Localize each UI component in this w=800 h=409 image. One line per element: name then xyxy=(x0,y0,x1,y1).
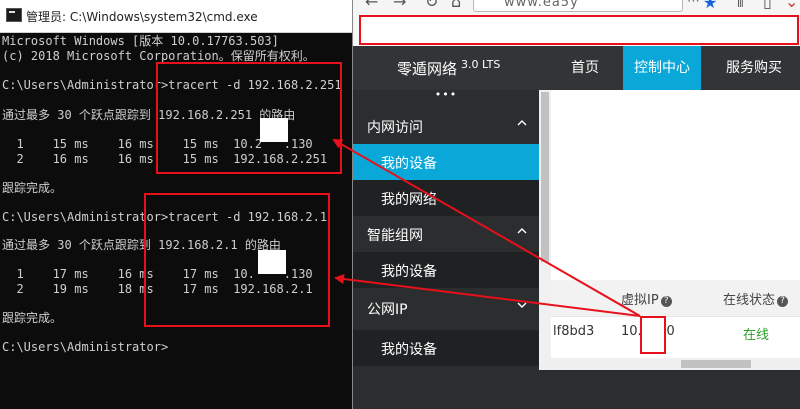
brand-version: 3.0 LTS xyxy=(461,58,501,71)
browser-toolbar: ← → ↻ ⌂ www.ea5y ⋯ ★ ⫴ ▯ ⌄ xyxy=(353,0,800,14)
sidebar-collapse-handle[interactable]: ••• xyxy=(353,89,539,104)
sidebar-group-intranet[interactable]: 内网访问 xyxy=(353,108,539,144)
sidebar-footer xyxy=(353,370,800,409)
online-status-cell: 在线 xyxy=(743,328,770,343)
highlight-box-first-trace xyxy=(156,62,342,174)
sidebar-group-label: 智能组网 xyxy=(367,228,423,244)
question-icon[interactable]: ? xyxy=(777,296,789,307)
console-line: 跟踪完成。 xyxy=(2,181,63,195)
sidebar-item-my-devices-2[interactable]: 我的设备 xyxy=(353,252,539,288)
browser-window: ← → ↻ ⌂ www.ea5y ⋯ ★ ⫴ ▯ ⌄ 零遁网络 3.0 LTS 首… xyxy=(352,0,800,409)
nav-purchase[interactable]: 服务购买 xyxy=(709,46,799,90)
scrollbar-thumb[interactable] xyxy=(541,92,549,262)
reload-icon[interactable]: ↻ xyxy=(425,0,438,10)
chevron-up-icon xyxy=(517,120,527,126)
chevron-up-icon xyxy=(517,228,527,234)
sidebar-group-label: 公网IP xyxy=(367,302,408,318)
table-header: 虚拟IP? 在线状态? xyxy=(551,280,800,317)
home-icon[interactable]: ⌂ xyxy=(451,0,461,10)
forward-arrow-icon[interactable]: → xyxy=(393,0,406,10)
redaction-block xyxy=(258,250,286,274)
sidebar-item-label: 我的设备 xyxy=(381,264,437,280)
star-icon[interactable]: ★ xyxy=(703,0,717,12)
sidebar-icon[interactable]: ▯ xyxy=(763,0,772,10)
cmd-icon xyxy=(6,8,22,22)
cmd-window-title: 管理员: C:\Windows\system32\cmd.exe xyxy=(26,10,258,24)
sidebar-item-label: 我的设备 xyxy=(381,342,437,358)
sidebar-item-my-devices[interactable]: 我的设备 xyxy=(353,144,539,180)
question-icon[interactable]: ? xyxy=(660,296,672,307)
highlight-box-virtual-ip xyxy=(640,316,666,354)
library-icon[interactable]: ⫴ xyxy=(737,0,744,10)
nav-home[interactable]: 首页 xyxy=(553,46,617,90)
sidebar-scrollbar[interactable] xyxy=(539,90,551,370)
sidebar-item-my-devices-3[interactable]: 我的设备 xyxy=(353,330,539,366)
console-line: Microsoft Windows [版本 10.0.17763.503] xyxy=(2,34,279,48)
sidebar-group-label: 内网访问 xyxy=(367,120,423,136)
column-header-online-status: 在线状态? xyxy=(723,289,789,308)
sidebar: ••• 内网访问 我的设备 我的网络 智能组网 我的设备 公网IP 我的设备 xyxy=(353,89,539,370)
highlight-box-address xyxy=(359,15,799,45)
sidebar-item-my-network[interactable]: 我的网络 xyxy=(353,180,539,216)
brand-name: 零遁网络 xyxy=(397,60,458,78)
scrollbar-thumb[interactable] xyxy=(681,360,751,368)
url-bar[interactable]: www.ea5y xyxy=(473,0,683,12)
content-horizontal-scrollbar[interactable] xyxy=(551,358,800,370)
nav-control-center[interactable]: 控制中心 xyxy=(623,46,701,90)
back-arrow-icon[interactable]: ← xyxy=(365,0,378,10)
cmd-titlebar[interactable]: 管理员: C:\Windows\system32\cmd.exe xyxy=(0,0,352,33)
chevron-down-icon xyxy=(517,302,527,308)
page-actions-icon[interactable]: ⋯ xyxy=(687,0,700,10)
main-content: 虚拟IP? 在线状态? lf8bd3 10. .130 在线 xyxy=(551,90,800,370)
sidebar-item-label: 我的设备 xyxy=(381,156,437,172)
extension-icon[interactable]: ⌄ xyxy=(785,0,798,10)
sidebar-group-public-ip[interactable]: 公网IP xyxy=(353,290,539,326)
console-line: C:\Users\Administrator> xyxy=(2,340,169,354)
redaction-block xyxy=(260,118,288,142)
sidebar-group-smart-network[interactable]: 智能组网 xyxy=(353,216,539,252)
url-text: www.ea5y xyxy=(504,0,579,10)
device-id-cell: lf8bd3 xyxy=(553,324,595,339)
column-header-virtual-ip: 虚拟IP? xyxy=(621,289,672,308)
highlight-box-second-trace xyxy=(144,193,330,327)
top-navbar: 零遁网络 3.0 LTS 首页 控制中心 服务购买 xyxy=(353,46,800,90)
console-line: 跟踪完成。 xyxy=(2,311,63,325)
sidebar-item-label: 我的网络 xyxy=(381,192,437,208)
brand-logo[interactable]: 零遁网络 3.0 LTS xyxy=(397,58,500,79)
